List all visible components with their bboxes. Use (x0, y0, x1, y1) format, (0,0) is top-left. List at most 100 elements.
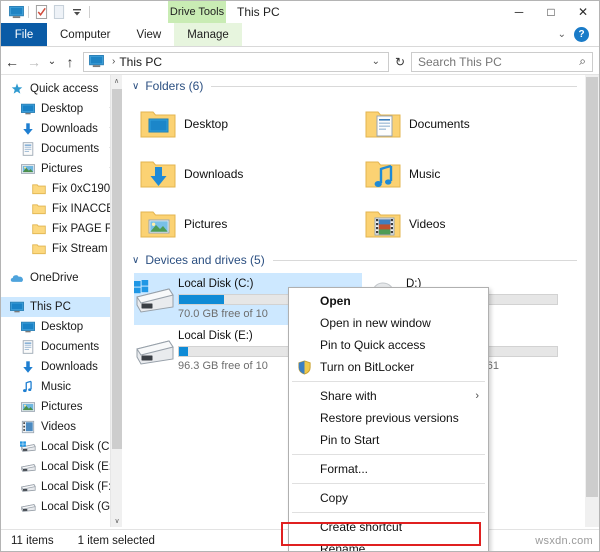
sidebar-item-local-disk-g[interactable]: Local Disk (G:) (1, 497, 122, 517)
menu-item-label: Restore previous versions (320, 411, 459, 425)
window-title: This PC (237, 5, 280, 19)
menu-item-share-with[interactable]: Share with › (289, 385, 488, 407)
system-drive-icon (20, 439, 36, 455)
folder-tile[interactable]: Downloads (140, 149, 365, 199)
sidebar-item-local-disk-c[interactable]: Local Disk (C:) (1, 437, 122, 457)
menu-item-label: Turn on BitLocker (320, 360, 415, 374)
tab-computer[interactable]: Computer (47, 23, 124, 46)
minimize-button[interactable]: ─ (503, 1, 535, 23)
sidebar-item-fix-0xc1900101-v[interactable]: Fix 0xC1900101 V (1, 179, 122, 199)
drive-usage-fill (179, 295, 224, 304)
drive-icon (20, 459, 36, 475)
menu-item-pin-to-start[interactable]: Pin to Start (289, 429, 488, 451)
file-explorer-window: Drive Tools This PC ─ □ ✕ File Computer … (0, 0, 600, 552)
breadcrumb[interactable]: › This PC ⌄ (83, 51, 389, 72)
qat-separator-2 (89, 6, 90, 18)
menu-item-pin-to-quick-access[interactable]: Pin to Quick access (289, 334, 488, 356)
folder-videos-icon (365, 205, 401, 244)
tab-view[interactable]: View (124, 23, 175, 46)
sidebar-item-videos[interactable]: Videos (1, 417, 122, 437)
navigation-scrollbar[interactable]: ∧ ∨ (110, 75, 122, 527)
menu-item-open-in-new-window[interactable]: Open in new window (289, 312, 488, 334)
chevron-down-icon[interactable]: ⌄ (558, 29, 566, 40)
sidebar-item-pictures[interactable]: Pictures (1, 397, 122, 417)
new-folder-icon[interactable] (50, 3, 68, 21)
sidebar-item-label: Music (41, 381, 72, 393)
recent-locations-icon[interactable]: ⌄ (45, 51, 59, 73)
sidebar-item-label: Documents (41, 143, 100, 155)
sidebar-item-this-pc[interactable]: This PC (1, 297, 122, 317)
sidebar-item-label: Pictures (41, 163, 83, 175)
breadcrumb-path[interactable]: This PC (119, 55, 162, 69)
items-scrollbar[interactable] (585, 75, 599, 527)
sidebar-item-fix-inaccessibl[interactable]: Fix INACCESSIBL (1, 199, 122, 219)
menu-item-restore-previous-versions[interactable]: Restore previous versions (289, 407, 488, 429)
breadcrumb-dropdown-icon[interactable]: ⌄ (364, 56, 388, 67)
items-scroll-thumb[interactable] (586, 77, 598, 497)
sidebar-item-music[interactable]: Music (1, 377, 122, 397)
sidebar-item-desktop[interactable]: Desktop (1, 317, 122, 337)
forward-button[interactable]: → (23, 51, 45, 73)
help-icon[interactable]: ? (574, 27, 589, 42)
sidebar-item-local-disk-e[interactable]: Local Disk (E:) (1, 457, 122, 477)
star-icon (9, 81, 25, 97)
this-pc-icon[interactable] (7, 3, 25, 21)
maximize-button[interactable]: □ (535, 1, 567, 23)
pictures-icon (20, 161, 36, 177)
scroll-up-icon[interactable]: ∧ (111, 75, 122, 87)
nav-group-gap (1, 288, 122, 297)
sidebar-item-downloads[interactable]: Downloads (1, 357, 122, 377)
menu-item-open[interactable]: Open (289, 290, 488, 312)
sidebar-item-downloads[interactable]: Downloads✒ (1, 119, 122, 139)
menu-item-format[interactable]: Format... (289, 458, 488, 480)
qat-separator-1 (28, 6, 29, 18)
sidebar-item-label: Desktop (41, 103, 84, 115)
search-icon[interactable]: ⌕ (579, 54, 592, 69)
system-drive-icon (134, 276, 176, 321)
sidebar-item-desktop[interactable]: Desktop✒ (1, 99, 122, 119)
refresh-button[interactable]: ↻ (389, 51, 411, 73)
tab-manage[interactable]: Manage (174, 23, 242, 46)
properties-highlight-annotation (281, 522, 481, 546)
sidebar-item-local-disk-f[interactable]: Local Disk (F:) (1, 477, 122, 497)
folder-tile[interactable]: Pictures (140, 199, 365, 249)
sidebar-item-documents[interactable]: Documents✒ (1, 139, 122, 159)
group-header-drives[interactable]: ∨ Devices and drives (5) (122, 249, 599, 271)
folder-documents-icon (365, 105, 401, 144)
sidebar-item-pictures[interactable]: Pictures✒ (1, 159, 122, 179)
status-selection: 1 item selected (77, 534, 155, 547)
navigation-pane: Quick access Desktop✒Downloads✒Documents✒… (1, 75, 122, 527)
folder-tile[interactable]: Documents (365, 99, 590, 149)
sidebar-item-documents[interactable]: Documents (1, 337, 122, 357)
chevron-down-icon[interactable]: ∨ (132, 81, 139, 92)
folder-tile[interactable]: Videos (365, 199, 590, 249)
menu-item-copy[interactable]: Copy (289, 487, 488, 509)
sidebar-item-fix-page-fault-i[interactable]: Fix PAGE FAULT I (1, 219, 122, 239)
tab-file[interactable]: File (1, 23, 47, 46)
scroll-down-icon[interactable]: ∨ (111, 515, 122, 527)
navigation-scroll-thumb[interactable] (112, 89, 122, 449)
search-placeholder: Search This PC (418, 54, 502, 69)
ribbon-tab-strip: File Computer View Manage ⌄ ? (1, 23, 599, 47)
close-button[interactable]: ✕ (567, 1, 599, 23)
ribbon-right-controls: ⌄ ? (558, 23, 595, 46)
folder-tile[interactable]: Desktop (140, 99, 365, 149)
sidebar-item-label: Downloads (41, 123, 98, 135)
sidebar-item-fix-stream-disk-v[interactable]: Fix Stream Disk V (1, 239, 122, 259)
drive-icon (134, 328, 176, 373)
sidebar-item-onedrive[interactable]: OneDrive (1, 268, 122, 288)
folder-tile[interactable]: Music (365, 149, 590, 199)
sidebar-item-label: Local Disk (F:) (41, 481, 116, 493)
search-input[interactable]: Search This PC ⌕ (411, 51, 593, 72)
menu-item-turn-on-bitlocker[interactable]: Turn on BitLocker (289, 356, 488, 378)
back-button[interactable]: ← (1, 51, 23, 73)
sidebar-item-quick-access[interactable]: Quick access (1, 79, 122, 99)
customize-dropdown-icon[interactable] (68, 3, 86, 21)
drive-icon (20, 479, 36, 495)
up-button[interactable]: ↑ (59, 51, 81, 73)
properties-icon[interactable] (32, 3, 50, 21)
menu-item-label: Format... (320, 462, 369, 476)
group-header-folders[interactable]: ∨ Folders (6) (122, 75, 599, 97)
chevron-down-icon[interactable]: ∨ (132, 255, 139, 266)
quick-access-toolbar (1, 1, 93, 23)
